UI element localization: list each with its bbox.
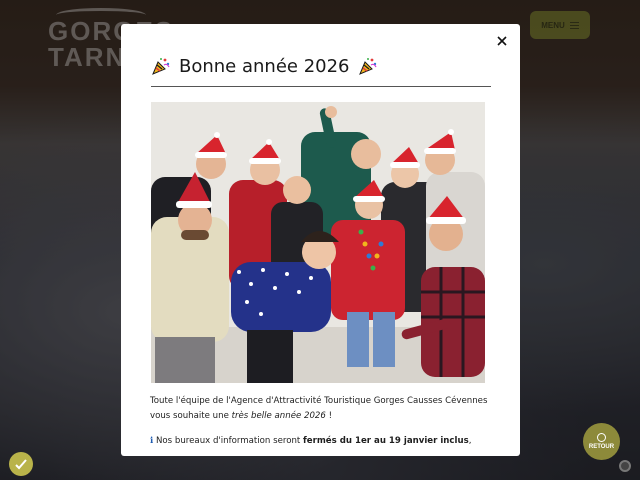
team-photo-illustration <box>151 102 485 383</box>
hamburger-icon <box>569 21 579 29</box>
closure-text: Nos bureaux d'information seront <box>153 436 304 446</box>
title-divider <box>151 86 491 87</box>
gear-icon[interactable] <box>619 460 631 472</box>
modal-body: Toute l'équipe de l'Agence d'Attractivit… <box>150 394 495 456</box>
closure-end: , <box>468 436 472 446</box>
closure-paragraph: ℹ Nos bureaux d'information seront fermé… <box>150 434 495 449</box>
team-photo <box>151 102 485 383</box>
retour-label: RETOUR <box>588 444 615 450</box>
retour-icon <box>597 433 606 442</box>
check-icon <box>15 459 27 470</box>
new-year-modal: Bonne année 2026 Toute l'équipe de l'Age… <box>121 24 520 456</box>
close-button[interactable] <box>494 33 510 49</box>
greeting-end: ! <box>325 411 333 421</box>
menu-button[interactable]: MENU <box>530 11 590 39</box>
party-popper-icon <box>358 58 377 75</box>
modal-header: Bonne année 2026 <box>151 54 491 78</box>
closure-dates: fermés du 1er au 19 janvier inclus <box>303 436 469 446</box>
logo-swoosh <box>56 8 146 22</box>
party-popper-icon <box>152 58 170 75</box>
accessibility-button[interactable] <box>9 452 33 476</box>
modal-title: Bonne année 2026 <box>179 55 350 77</box>
greeting-emphasis: très belle année 2026 <box>231 411 326 421</box>
greeting-paragraph: Toute l'équipe de l'Agence d'Attractivit… <box>150 394 495 424</box>
menu-label: MENU <box>541 20 565 30</box>
retour-button[interactable]: RETOUR <box>583 423 620 460</box>
close-icon <box>497 36 507 46</box>
